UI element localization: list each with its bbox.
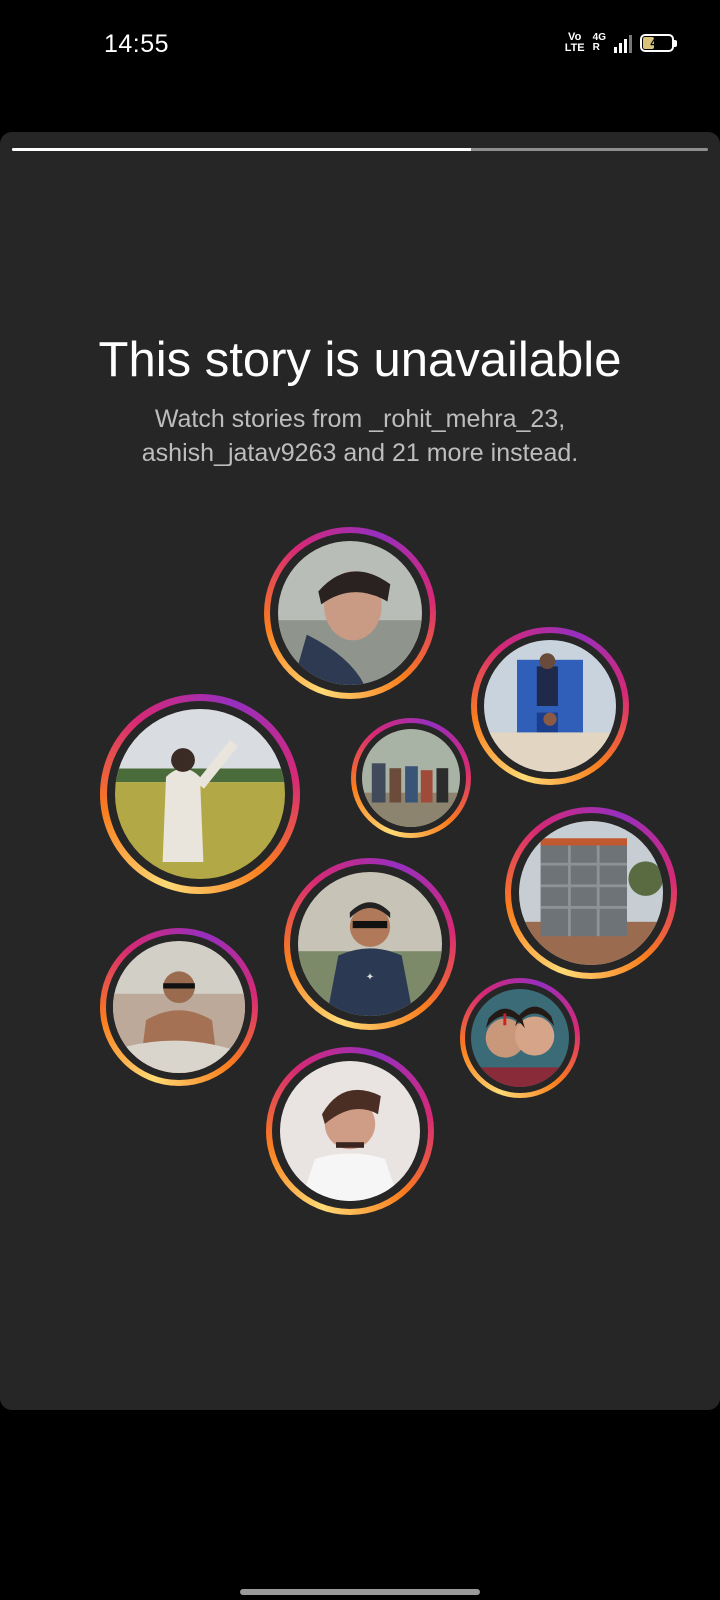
story-bubble[interactable]: ✦ <box>284 858 456 1030</box>
story-bubble[interactable] <box>460 978 580 1098</box>
story-progress-fill <box>12 148 472 151</box>
home-indicator[interactable] <box>240 1589 480 1595</box>
story-avatar: ✦ <box>298 872 442 1016</box>
network-type-icon: 4G R <box>592 32 606 53</box>
svg-text:✦: ✦ <box>366 972 375 983</box>
clock: 14:55 <box>104 30 170 58</box>
story-avatar <box>471 989 569 1087</box>
status-bar: 14:55 Vo LTE 4G R 42 <box>0 0 720 90</box>
story-avatar <box>113 941 245 1073</box>
story-avatar <box>278 541 422 685</box>
story-progress-bar <box>12 148 708 151</box>
story-bubble[interactable] <box>100 694 300 894</box>
battery-level: 42 <box>650 36 664 50</box>
story-avatar <box>484 640 616 772</box>
system-icons: Vo LTE 4G R 42 <box>564 31 677 54</box>
unavailable-title: This story is unavailable <box>98 333 622 387</box>
story-bubble[interactable] <box>351 718 471 838</box>
story-bubble[interactable] <box>264 527 436 699</box>
story-viewer[interactable]: This story is unavailable Watch stories … <box>0 132 720 1410</box>
volte-icon: Vo LTE <box>564 31 585 54</box>
story-avatar <box>519 821 663 965</box>
story-bubble[interactable] <box>100 928 258 1086</box>
suggestion-text: Watch stories from _rohit_mehra_23, ashi… <box>141 405 579 467</box>
story-bubble[interactable] <box>266 1047 434 1215</box>
story-avatar <box>362 729 460 827</box>
story-bubble[interactable] <box>471 627 629 785</box>
story-bubble[interactable] <box>505 807 677 979</box>
signal-icon <box>614 33 632 53</box>
story-avatar <box>280 1061 420 1201</box>
story-avatar <box>115 709 285 879</box>
battery-icon: 42 <box>640 34 677 52</box>
